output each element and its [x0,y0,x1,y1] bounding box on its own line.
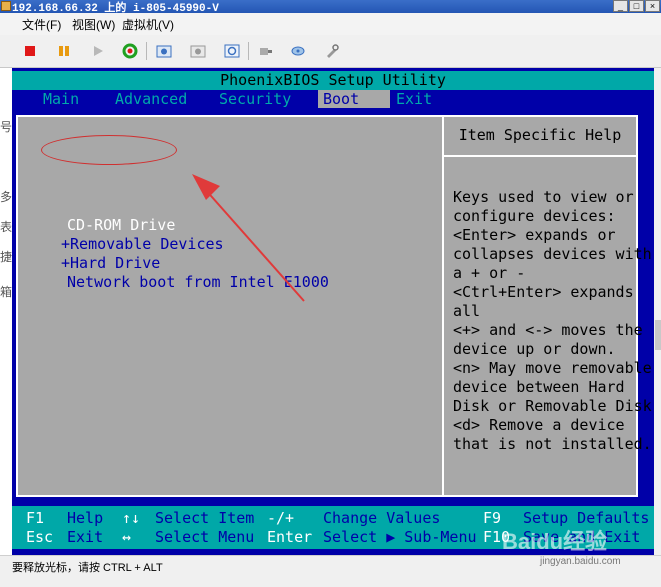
vm-console-icon [1,1,11,11]
background-glyph: 多 [0,190,13,204]
key-f1: F1 [26,509,45,527]
help-line: Disk or Removable Disk [453,397,652,415]
scrollbar-thumb[interactable] [655,320,661,350]
boot-item-hard-drive[interactable]: +Hard Drive [61,254,160,273]
key-enter-desc: Select ▶ Sub-Menu [323,528,477,546]
minimize-button[interactable]: _ [613,0,628,12]
help-line: <d> Remove a device [453,416,625,434]
boot-panel: CD-ROM Drive +Removable Devices +Hard Dr… [16,115,652,497]
stop-icon[interactable] [22,43,38,59]
maximize-button[interactable]: □ [629,0,644,12]
key-esc: Esc [26,528,54,546]
play-icon[interactable] [90,43,106,59]
tab-exit[interactable]: Exit [396,90,432,108]
key-esc-desc: Exit [67,528,104,546]
vertical-scrollbar[interactable] [654,68,661,555]
boot-item-cdrom[interactable]: CD-ROM Drive [67,216,175,235]
settings-icon[interactable] [324,43,340,59]
tab-main[interactable]: Main [43,90,79,108]
help-separator [444,155,636,157]
help-line: <+> and <-> moves the [453,321,643,339]
baidu-watermark: Baidu经验 [502,529,608,554]
help-line: collapses devices with [453,245,652,263]
help-line: <Ctrl+Enter> expands [453,283,634,301]
tab-advanced[interactable]: Advanced [115,90,187,108]
status-text: 要释放光标，请按 CTRL + ALT [12,562,163,574]
annotation-ellipse [41,135,177,165]
background-glyph: 捷 [0,250,13,264]
key-leftright: ↔ [122,528,132,546]
tab-security[interactable]: Security [219,90,291,108]
watermark-url: jingyan.baidu.com [540,556,621,567]
key-updown: ↑↓ [122,509,141,527]
menubar: 文件(F) 视图(W) 虚拟机(V) [0,13,661,35]
network-icon[interactable] [290,43,306,59]
menu-vm[interactable]: 虚拟机(V) [122,16,174,33]
key-f1-desc: Help [67,509,104,527]
key-f9: F9 [483,509,502,527]
help-line: that is not installed. [453,435,652,453]
help-title: Item Specific Help [458,126,622,144]
usb-icon[interactable] [258,43,274,59]
toolbar [0,35,661,68]
reset-icon[interactable] [122,43,138,59]
key-updown-desc: Select Item [155,509,255,527]
help-line: device between Hard [453,378,625,396]
help-line: configure devices: [453,207,616,225]
bios-title: PhoenixBIOS Setup Utility [220,71,446,89]
close-button[interactable]: × [645,0,660,12]
pause-icon[interactable] [56,43,72,59]
toolbar-separator [248,42,249,60]
help-line: all [453,302,481,320]
tab-boot[interactable]: Boot [318,90,390,108]
snapshot-manager-icon[interactable] [224,43,240,59]
key-leftright-desc: Select Menu [155,528,255,546]
window-titlebar[interactable]: 192.168.66.32 上的 i-805-45990-V _ □ × [0,0,661,15]
desktop-background: 号 多 表 捷 箱 [0,68,12,555]
background-glyph: 箱 [0,285,13,299]
toolbar-separator [146,42,147,60]
help-line: <n> May move removable [453,359,652,377]
snapshot-icon[interactable] [156,43,172,59]
key-enter: Enter [267,528,313,546]
help-line: device up or down. [453,340,616,358]
help-line: a + or - [453,264,526,282]
background-glyph: 表 [0,220,13,234]
key-minus-plus: -/+ [267,509,295,527]
background-glyph: 号 [0,120,13,134]
help-line: Keys used to view or [453,188,634,206]
key-minus-plus-desc: Change Values [323,509,441,527]
help-divider [442,117,444,495]
revert-icon[interactable] [190,43,206,59]
help-line: <Enter> expands or [453,226,616,244]
menu-file[interactable]: 文件(F) [22,16,61,33]
bios-screen[interactable]: PhoenixBIOS Setup Utility Main Advanced … [12,68,654,555]
menu-view[interactable]: 视图(W) [72,16,115,33]
annotation-arrow [192,174,305,302]
